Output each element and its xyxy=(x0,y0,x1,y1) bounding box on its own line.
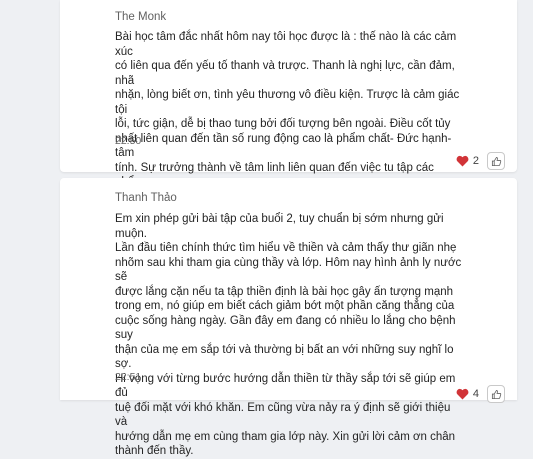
chat-message-card: Thanh Thảo Em xin phép gửi bài tập của b… xyxy=(60,178,517,457)
reaction-count: 2 xyxy=(472,155,479,167)
reactions-bar: 4 xyxy=(456,385,505,403)
message-timestamp: 22:51 xyxy=(115,371,142,383)
reactions-bar: 2 xyxy=(456,152,505,170)
chat-message-card: The Monk Bài học tâm đắc nhất hôm nay tô… xyxy=(60,0,517,203)
heart-icon[interactable] xyxy=(456,388,469,400)
heart-icon[interactable] xyxy=(456,155,469,167)
thumbs-up-icon[interactable] xyxy=(487,152,505,170)
message-text: Em xin phép gửi bài tập của buổi 2, tuy … xyxy=(115,213,462,457)
message-author[interactable]: Thanh Thảo xyxy=(115,192,177,204)
message-timestamp: 22:50 xyxy=(115,135,142,147)
message-author[interactable]: The Monk xyxy=(115,11,166,23)
thumbs-up-icon[interactable] xyxy=(487,385,505,403)
reaction-count: 4 xyxy=(472,388,479,400)
